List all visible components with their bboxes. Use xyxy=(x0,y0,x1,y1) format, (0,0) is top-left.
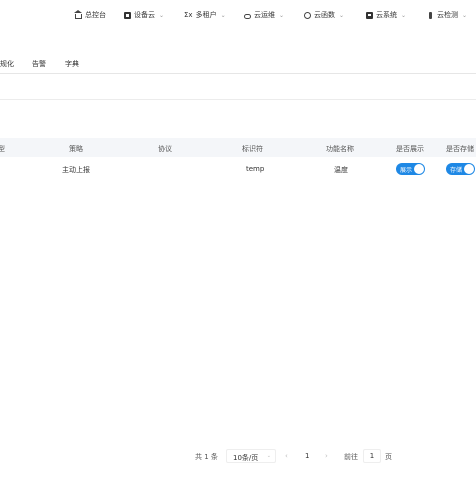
show-toggle-label: 展示 xyxy=(400,167,413,174)
nav-cloud-ops[interactable]: 云运维 ⌄ xyxy=(244,10,285,20)
pagination: 共 1 条 10条/页 ⌄ ‹ 1 › 前往 1 页 xyxy=(0,448,476,464)
cell-strategy: 主动上报 xyxy=(62,166,90,174)
store-toggle[interactable]: 存储 xyxy=(446,163,475,175)
nav-multi-tenant[interactable]: Σx 多租户 ⌄ xyxy=(184,10,227,20)
nav-multi-tenant-label: 多租户 xyxy=(195,11,217,19)
top-nav: 总控台 设备云 ⌄ Σx 多租户 ⌄ 云运维 ⌄ 云函数 ⌄ 云系统 ⌄ 云检测… xyxy=(0,0,476,30)
chevron-down-icon: ⌄ xyxy=(461,11,468,19)
chevron-down-icon: ⌄ xyxy=(400,11,407,19)
th-protocol: 协议 xyxy=(158,145,172,153)
nav-cloud-system[interactable]: 云系统 ⌄ xyxy=(366,10,407,20)
cloud-detect-icon xyxy=(429,11,432,19)
chevron-down-icon: ⌄ xyxy=(220,11,226,19)
tab-alarms[interactable]: 告警 xyxy=(32,59,46,69)
page-size-value: 10条/页 xyxy=(233,454,259,462)
cloud-system-icon xyxy=(366,11,373,19)
divider xyxy=(0,99,476,100)
toggle-knob xyxy=(464,164,474,174)
current-page[interactable]: 1 xyxy=(305,452,309,460)
chevron-down-icon: ⌄ xyxy=(278,11,285,19)
nav-cloud-function[interactable]: 云函数 ⌄ xyxy=(304,10,345,20)
chevron-down-icon: ⌄ xyxy=(338,11,345,19)
nav-device-cloud[interactable]: 设备云 ⌄ xyxy=(124,10,165,20)
tab-bar: 规化 告警 字典 xyxy=(0,56,476,74)
th-type: 型 xyxy=(0,145,5,153)
cloud-function-icon xyxy=(304,11,311,19)
cell-identifier: temp xyxy=(246,165,265,173)
store-toggle-label: 存储 xyxy=(450,167,463,174)
goto-label: 前往 xyxy=(344,453,358,461)
total-count: 共 1 条 xyxy=(195,453,218,461)
cell-function-name: 温度 xyxy=(334,166,348,174)
goto-suffix: 页 xyxy=(385,453,392,461)
th-show: 是否展示 xyxy=(396,145,424,153)
cloud-ops-icon xyxy=(244,13,251,19)
th-store: 是否存储 xyxy=(446,145,474,153)
chevron-down-icon: ⌄ xyxy=(158,11,165,19)
th-identifier: 标识符 xyxy=(242,145,263,153)
nav-cloud-ops-label: 云运维 xyxy=(254,11,275,19)
show-toggle[interactable]: 展示 xyxy=(396,163,425,175)
next-page-button[interactable]: › xyxy=(325,452,328,460)
prev-page-button[interactable]: ‹ xyxy=(285,452,288,460)
nav-cloud-detect-label: 云检测 xyxy=(437,11,458,19)
nav-cloud-system-label: 云系统 xyxy=(376,11,397,19)
tenant-icon: Σx xyxy=(184,11,193,19)
device-icon xyxy=(124,11,131,19)
table-header: 型 策略 协议 标识符 功能名称 是否展示 是否存储 xyxy=(0,138,476,157)
table-row: 主动上报 temp 温度 展示 存储 xyxy=(0,158,476,180)
th-strategy: 策略 xyxy=(69,145,83,153)
toggle-knob xyxy=(414,164,424,174)
chevron-down-icon: ⌄ xyxy=(266,453,271,459)
home-icon xyxy=(74,9,82,19)
nav-device-cloud-label: 设备云 xyxy=(134,11,155,19)
goto-page-input[interactable]: 1 xyxy=(363,449,381,463)
tab-dictionary[interactable]: 字典 xyxy=(65,59,79,69)
nav-cloud-function-label: 云函数 xyxy=(314,11,335,19)
nav-dashboard-label: 总控台 xyxy=(85,11,106,19)
nav-cloud-detect[interactable]: 云检测 ⌄ xyxy=(427,10,468,20)
tab-rules[interactable]: 规化 xyxy=(0,59,14,69)
th-function-name: 功能名称 xyxy=(326,145,354,153)
page-size-select[interactable]: 10条/页 ⌄ xyxy=(226,449,276,463)
nav-dashboard[interactable]: 总控台 xyxy=(74,9,106,20)
